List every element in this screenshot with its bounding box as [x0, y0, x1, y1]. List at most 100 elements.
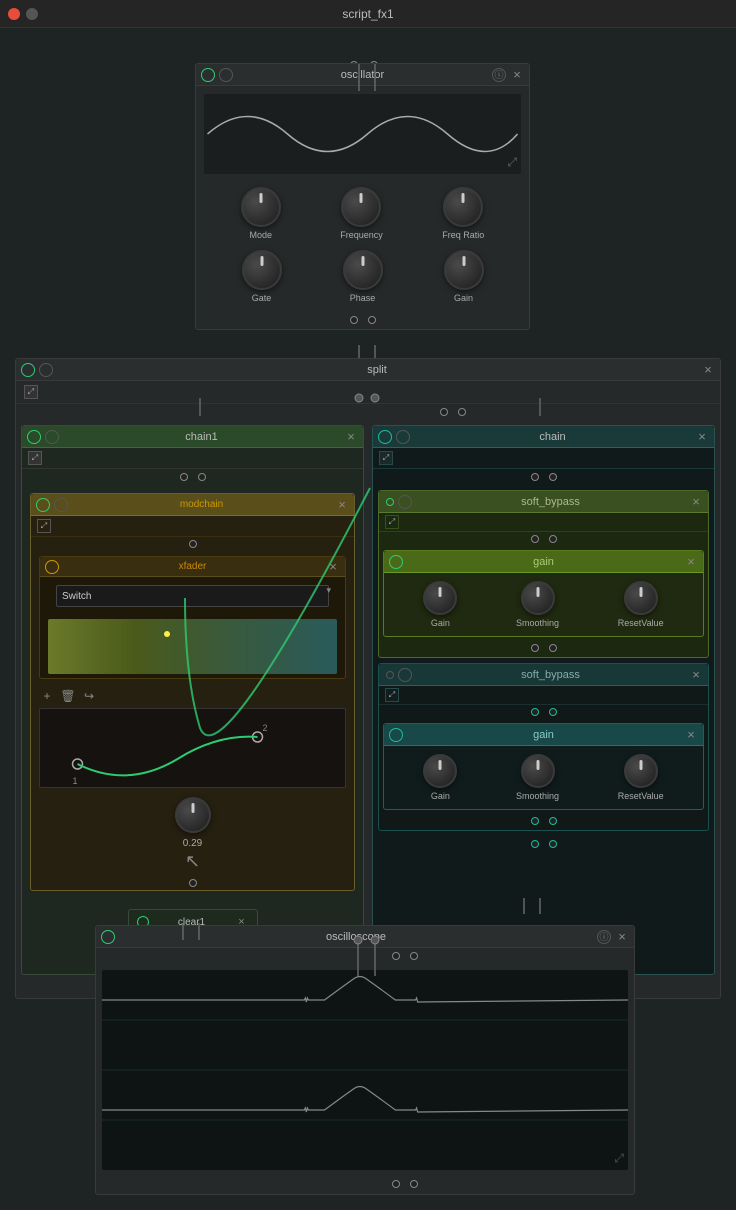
chain1-bypass-icon[interactable] [45, 430, 59, 444]
chain1-expand-btn[interactable]: ⤢ [28, 451, 42, 465]
close-button[interactable] [8, 8, 20, 20]
sb2-port-in1 [531, 708, 539, 716]
oscilloscope-panel: oscilloscope ⓘ × ⤢ [95, 925, 635, 1195]
osc-info-icon[interactable]: ⓘ [492, 68, 506, 82]
oscillo-port-out2 [410, 1180, 418, 1188]
oscillo-expand-icon[interactable]: ⤢ [614, 1151, 624, 1166]
split-expand-icon[interactable]: ⤢ [24, 385, 38, 399]
gate-knob-container: Gate [242, 250, 282, 303]
sb1-close-btn[interactable]: × [689, 495, 703, 509]
chain-bot-ports [373, 836, 714, 856]
frequency-label: Frequency [340, 230, 383, 240]
osc-bypass-icon[interactable] [219, 68, 233, 82]
gate-knob[interactable] [242, 250, 282, 290]
curve-tool-btn[interactable]: ↪ [81, 688, 97, 704]
sb1-expand-btn[interactable]: ⤢ [385, 515, 399, 529]
gain2-gain-knob[interactable] [423, 754, 457, 788]
modchain-value-text: 0.29 [183, 838, 202, 849]
soft-bypass1-header: soft_bypass × [379, 491, 708, 513]
chain-title: chain [414, 431, 691, 443]
chain1-close-btn[interactable]: × [344, 430, 358, 444]
gain1-resetvalue-knob[interactable] [624, 581, 658, 615]
gain1-gain-knob-container: Gain [423, 581, 457, 628]
modchain-value-area: 0.29 ↖ [31, 793, 354, 876]
xfader-gradient-area[interactable] [48, 619, 337, 674]
gain1-close-btn[interactable]: × [684, 555, 698, 569]
modchain-bypass-icon[interactable] [54, 498, 68, 512]
gain1-smoothing-knob[interactable] [521, 581, 555, 615]
modchain-close-btn[interactable]: × [335, 498, 349, 512]
freq-ratio-knob[interactable] [443, 187, 483, 227]
gain2-resetvalue-knob[interactable] [624, 754, 658, 788]
frequency-knob[interactable] [341, 187, 381, 227]
phase-knob[interactable] [343, 250, 383, 290]
split-content: chain1 × ⤢ modchain [16, 420, 720, 980]
sb2-expand-btn[interactable]: ⤢ [385, 688, 399, 702]
chain-expand-btn[interactable]: ⤢ [379, 451, 393, 465]
xfader-close-btn[interactable]: × [326, 560, 340, 574]
cursor-display: ↖ [35, 851, 350, 872]
chain1-power-btn[interactable] [27, 430, 41, 444]
chain-top-ports [373, 469, 714, 485]
modchain-expand-btn[interactable]: ⤢ [37, 519, 51, 533]
oscillo-close-btn[interactable]: × [615, 930, 629, 944]
gain2-gain-label: Gain [431, 791, 450, 801]
sb2-port-out1 [531, 817, 539, 825]
switch-dropdown[interactable]: Switch [56, 585, 329, 607]
gain2-smoothing-knob[interactable] [521, 754, 555, 788]
osc-close-btn[interactable]: × [510, 68, 524, 82]
chain-port-in1 [531, 473, 539, 481]
xfader-power-btn[interactable] [45, 560, 59, 574]
oscillo-power-btn[interactable] [101, 930, 115, 944]
gain1-smoothing-label: Smoothing [516, 618, 559, 628]
sb2-close-btn[interactable]: × [689, 668, 703, 682]
split-close-btn[interactable]: × [701, 363, 715, 377]
chain-section: chain × ⤢ soft_bypass [372, 425, 715, 975]
split-power-btn[interactable] [21, 363, 35, 377]
chain-port-out1 [531, 840, 539, 848]
split-title: split [57, 364, 697, 376]
modchain-curve-area[interactable]: 1 2 [39, 708, 346, 788]
osc-power-btn[interactable] [201, 68, 215, 82]
svg-text:2: 2 [263, 723, 268, 733]
oscillo-info-icon[interactable]: ⓘ [597, 930, 611, 944]
modchain-power-btn[interactable] [36, 498, 50, 512]
freq-ratio-label: Freq Ratio [442, 230, 484, 240]
gain-knob-osc[interactable] [444, 250, 484, 290]
oscillo-port-in2 [410, 952, 418, 960]
gain1-resetvalue-knob-container: ResetValue [618, 581, 664, 628]
waveform-expand-icon[interactable]: ⤢ [507, 155, 517, 170]
phase-knob-container: Phase [343, 250, 383, 303]
gain2-close-btn[interactable]: × [684, 728, 698, 742]
gain1-resetvalue-label: ResetValue [618, 618, 664, 628]
gain1-knobs-row: Gain Smoothing ResetValue [384, 573, 703, 636]
add-tool-btn[interactable]: + [39, 688, 55, 704]
sb2-port-out2 [549, 817, 557, 825]
oscillator-header: oscillator ⓘ × [196, 64, 529, 86]
chain-close-btn[interactable]: × [695, 430, 709, 444]
switch-dropdown-container: Switch ▾ [40, 577, 345, 615]
sb1-port-in2 [549, 535, 557, 543]
chain1-top-ports [22, 469, 363, 485]
sb1-bypass-icon[interactable] [398, 495, 412, 509]
osc-title: oscillator [237, 69, 488, 81]
gain2-resetvalue-knob-container: ResetValue [618, 754, 664, 801]
gain2-header: gain × [384, 724, 703, 746]
chain-power-btn[interactable] [378, 430, 392, 444]
gain2-power-btn[interactable] [389, 728, 403, 742]
sb2-bypass-icon[interactable] [398, 668, 412, 682]
gain1-title: gain [407, 556, 680, 568]
gain1-power-btn[interactable] [389, 555, 403, 569]
split-top-ports [16, 404, 720, 420]
chain1-section: chain1 × ⤢ modchain [21, 425, 364, 975]
gain1-gain-knob[interactable] [423, 581, 457, 615]
modchain-value-knob[interactable] [175, 797, 211, 833]
osc-port-out2 [368, 316, 376, 324]
gain2-resetvalue-label: ResetValue [618, 791, 664, 801]
split-bypass-icon[interactable] [39, 363, 53, 377]
chain-bypass-icon[interactable] [396, 430, 410, 444]
mode-knob[interactable] [241, 187, 281, 227]
modchain-title: modchain [72, 499, 331, 510]
remove-tool-btn[interactable]: 🗑 [60, 688, 76, 704]
minimize-button[interactable] [26, 8, 38, 20]
